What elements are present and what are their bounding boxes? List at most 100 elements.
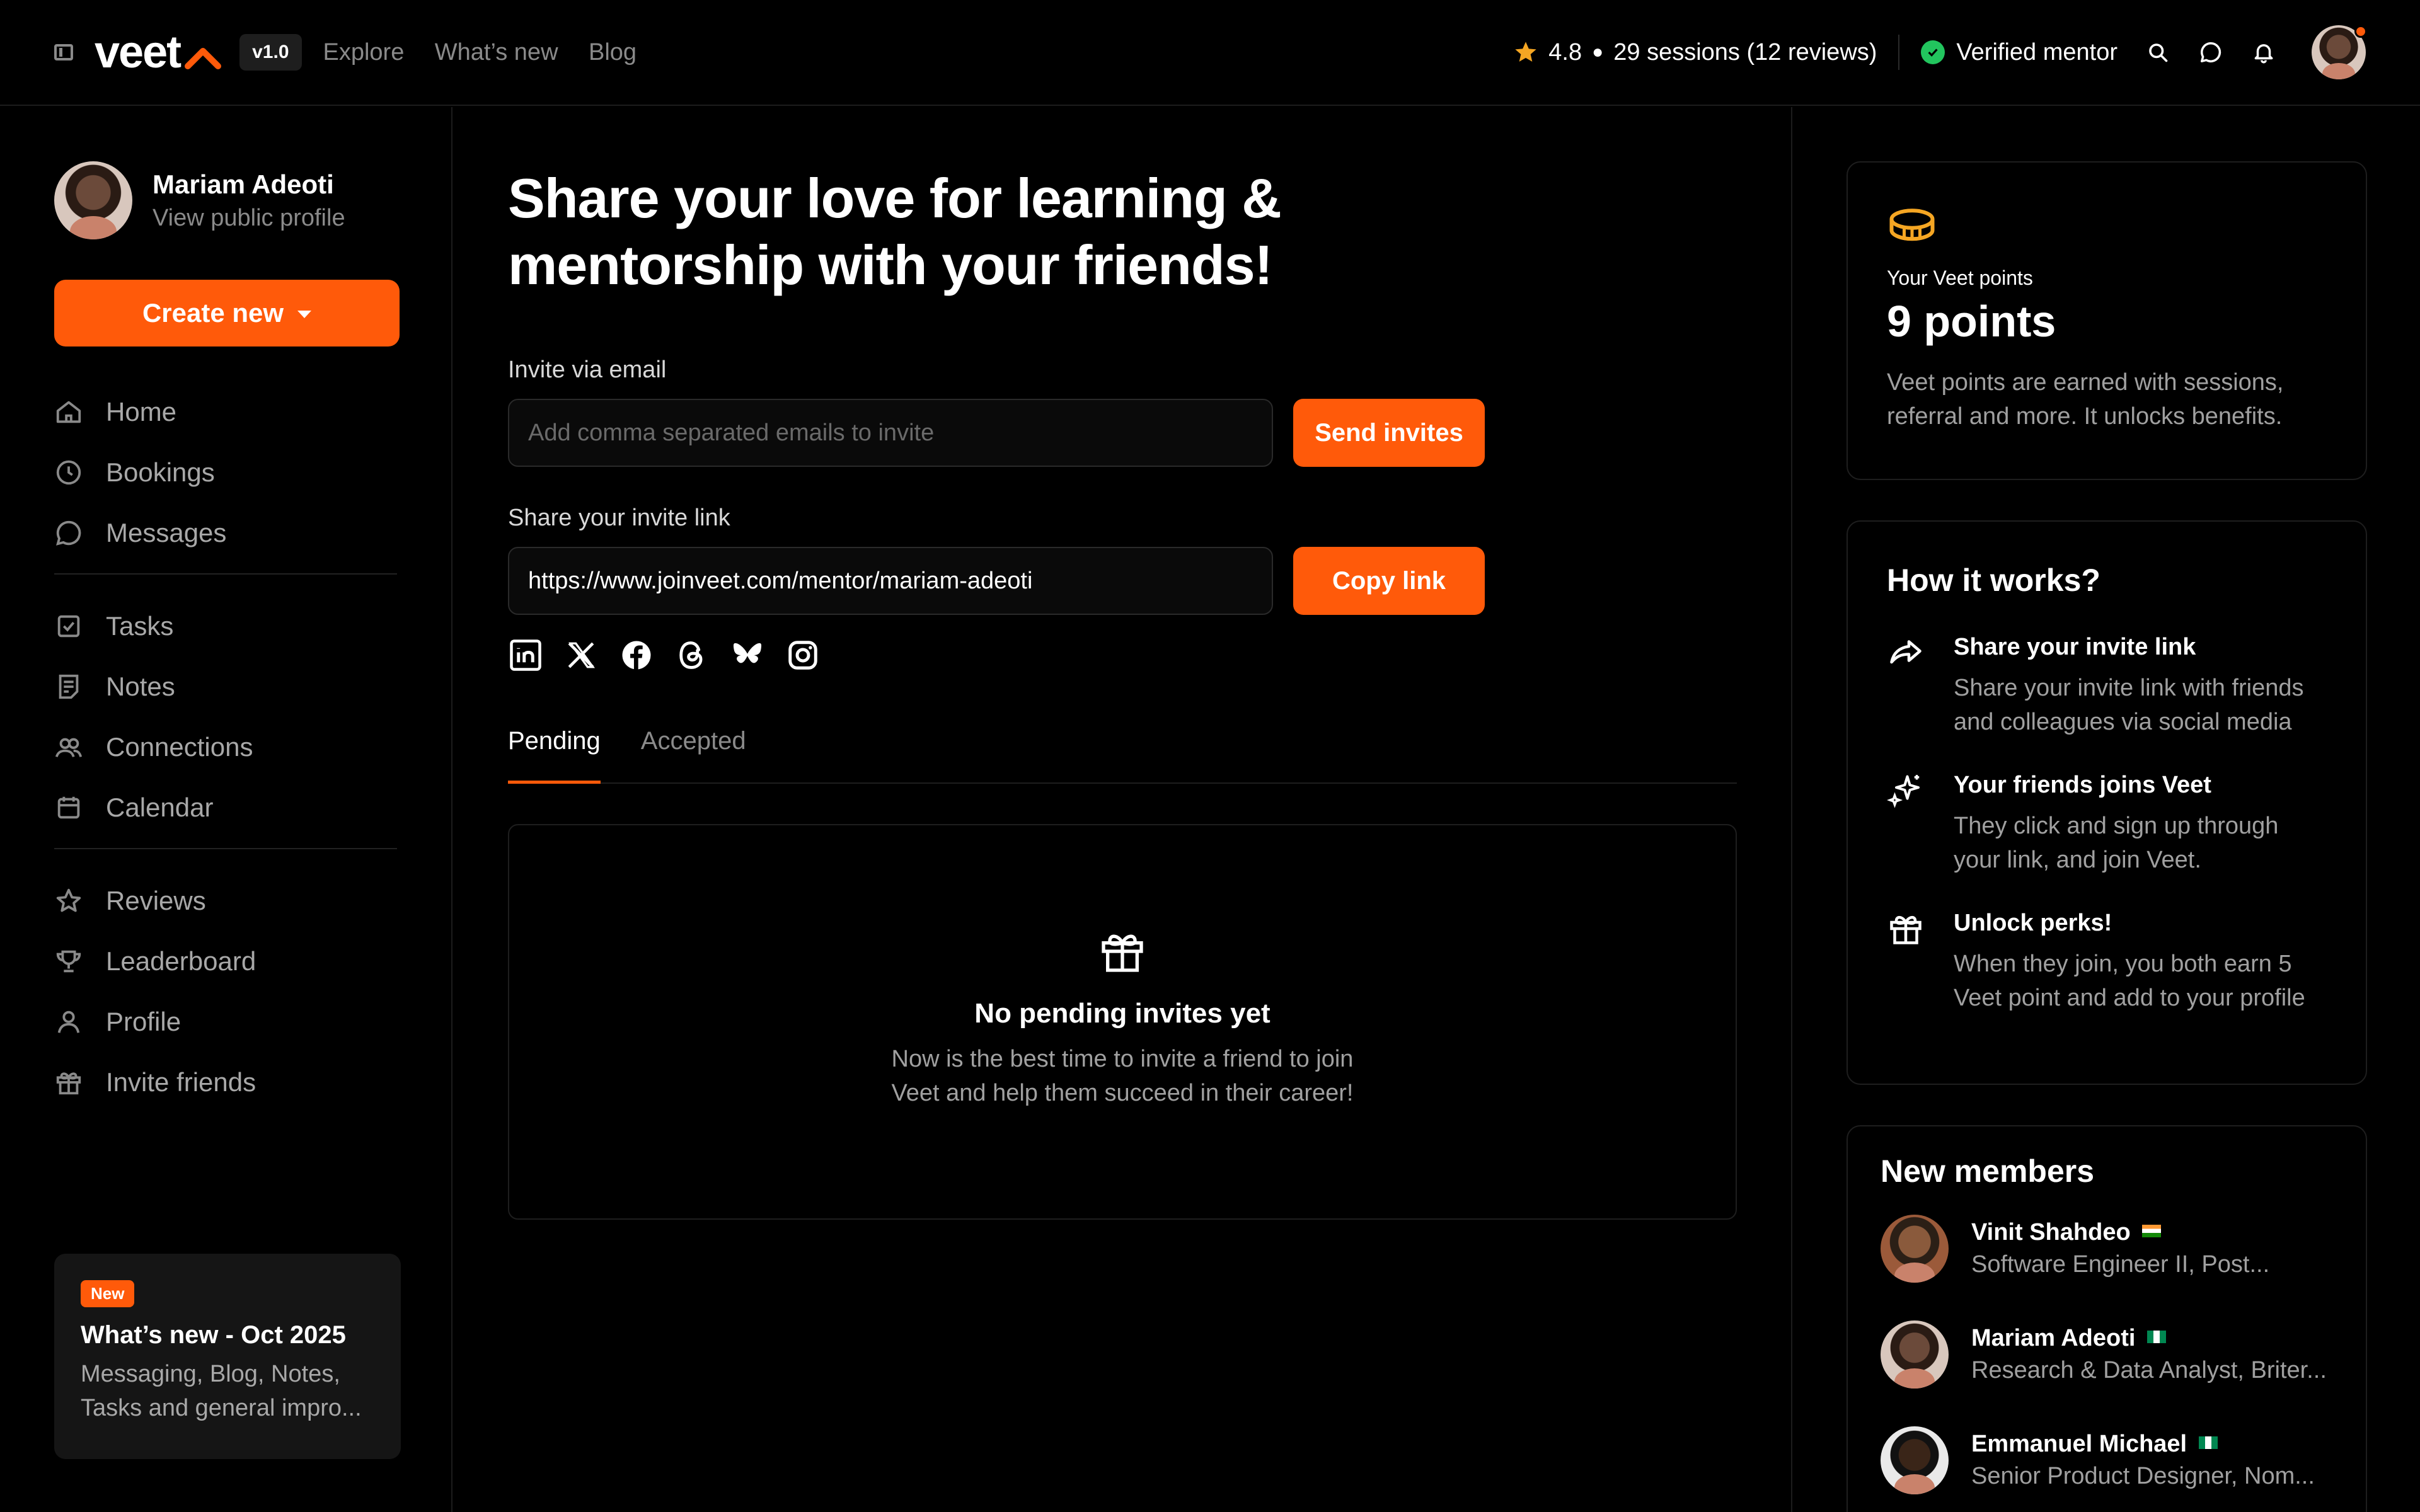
- profile-card[interactable]: Mariam Adeoti View public profile: [54, 161, 397, 239]
- empty-state-line-1: Now is the best time to invite a friend …: [891, 1046, 1354, 1072]
- star-icon: [56, 888, 81, 912]
- step-unlock: Unlock perks! When they join, you both e…: [1887, 910, 2327, 1015]
- sidebar-item-label: Calendar: [106, 793, 214, 822]
- sidebar-item-reviews[interactable]: Reviews: [54, 871, 397, 931]
- sidebar-item-home[interactable]: Home: [54, 382, 397, 442]
- sidebar-item-bookings[interactable]: Bookings: [54, 442, 397, 503]
- version-badge: v1.0: [239, 34, 302, 71]
- sidebar-item-label: Profile: [106, 1007, 182, 1036]
- sidebar-item-notes[interactable]: Notes: [54, 656, 397, 717]
- step-description: Share your invite link with friends and …: [1954, 671, 2303, 739]
- sidebar-item-profile[interactable]: Profile: [54, 992, 397, 1052]
- member-item[interactable]: Vinit Shahdeo Software Engineer II, Post…: [1881, 1215, 2333, 1283]
- users-icon: [55, 738, 83, 757]
- tab-accepted[interactable]: Accepted: [641, 727, 746, 782]
- avatar: [1881, 1215, 1949, 1283]
- how-it-works-title: How it works?: [1887, 563, 2100, 598]
- sidebar-item-label: Bookings: [106, 457, 215, 487]
- step-desc-line-1: They click and sign up through: [1954, 813, 2279, 839]
- whats-new-card[interactable]: New What’s new - Oct 2025 Messaging, Blo…: [54, 1254, 401, 1459]
- invite-link-field[interactable]: https://www.joinveet.com/mentor/mariam-a…: [508, 547, 1273, 615]
- sidebar-item-label: Invite friends: [106, 1067, 256, 1097]
- points-label: Your Veet points: [1887, 266, 2033, 289]
- sidebar-item-connections[interactable]: Connections: [54, 717, 397, 777]
- divider: [1898, 35, 1900, 70]
- nigeria-flag-icon: [2198, 1436, 2218, 1449]
- view-public-profile-link[interactable]: View public profile: [153, 205, 345, 232]
- step-desc-line-2: and colleagues via social media: [1954, 709, 2292, 735]
- logo[interactable]: veet: [95, 30, 222, 75]
- user-menu[interactable]: [2276, 25, 2367, 79]
- nav-whats-new[interactable]: What’s new: [435, 39, 558, 66]
- nav-group-main: Home Bookings Messages: [54, 382, 397, 575]
- member-item[interactable]: Mariam Adeoti Research & Data Analyst, B…: [1881, 1320, 2333, 1389]
- points-card: Your Veet points 9 points Veet points ar…: [1847, 161, 2367, 480]
- threads-icon[interactable]: [674, 638, 710, 673]
- bluesky-icon[interactable]: [730, 638, 765, 673]
- clock-icon: [56, 460, 81, 485]
- profile-name: Mariam Adeoti: [153, 169, 334, 199]
- facebook-icon[interactable]: [619, 638, 654, 673]
- home-icon: [56, 401, 81, 423]
- trophy-icon: [56, 950, 81, 973]
- how-it-works-card: How it works? Share your invite link Sha…: [1847, 520, 2367, 1085]
- sidebar-item-leaderboard[interactable]: Leaderboard: [54, 931, 397, 992]
- member-item[interactable]: Emmanuel Michael Senior Product Designer…: [1881, 1426, 2333, 1494]
- member-name-row: Emmanuel Michael: [1971, 1431, 2337, 1458]
- nav-explore[interactable]: Explore: [323, 39, 405, 66]
- rating-summary[interactable]: 4.8 ● 29 sessions (12 reviews): [1513, 39, 1877, 66]
- empty-state-title: No pending invites yet: [974, 998, 1270, 1029]
- new-members-title: New members: [1881, 1154, 2095, 1189]
- points-value: 9 points: [1887, 297, 2056, 346]
- sidebar-toggle-icon[interactable]: [54, 44, 73, 60]
- tab-pending[interactable]: Pending: [508, 727, 601, 784]
- chat-icon[interactable]: [2198, 40, 2223, 65]
- logo-chevron-icon: [185, 48, 222, 69]
- sidebar-item-label: Connections: [106, 732, 253, 762]
- step-desc-line-2: your link, and join Veet.: [1954, 847, 2201, 873]
- sidebar-item-messages[interactable]: Messages: [54, 503, 397, 563]
- coin-icon: [1889, 209, 1935, 241]
- invite-tabs: Pending Accepted: [508, 727, 1737, 784]
- member-role: Research & Data Analyst, Briter...: [1971, 1357, 2327, 1383]
- instagram-icon[interactable]: [785, 638, 821, 673]
- gift-icon: [1102, 934, 1143, 972]
- sidebar-item-label: Messages: [106, 518, 227, 547]
- caret-down-icon: [297, 311, 312, 318]
- email-label: Invite via email: [508, 357, 667, 383]
- sidebar-item-invite-friends[interactable]: Invite friends: [54, 1052, 397, 1113]
- create-new-label: Create new: [142, 298, 284, 328]
- step-description: When they join, you both earn 5 Veet poi…: [1954, 947, 2305, 1015]
- top-bar: veet v1.0 Explore What’s new Blog 4.8 ● …: [0, 0, 2420, 106]
- create-new-button[interactable]: Create new: [54, 280, 400, 346]
- gift-icon: [1890, 915, 1922, 944]
- step-join: Your friends joins Veet They click and s…: [1887, 772, 2327, 877]
- nav-group-account: Reviews Leaderboard Profile Invite frien…: [54, 871, 397, 1123]
- bell-icon[interactable]: [2251, 40, 2276, 65]
- empty-state: No pending invites yet Now is the best t…: [508, 824, 1737, 1220]
- whats-new-body: Messaging, Blog, Notes, Tasks and genera…: [81, 1361, 362, 1421]
- step-title: Unlock perks!: [1954, 910, 2112, 936]
- empty-state-text: Now is the best time to invite a friend …: [891, 1042, 1353, 1110]
- page-title-line-2: mentorship with your friends!: [508, 234, 1273, 296]
- page-title-line-1: Share your love for learning &: [508, 167, 1282, 229]
- linkedin-icon[interactable]: [508, 638, 543, 673]
- send-invites-button[interactable]: Send invites: [1293, 399, 1485, 467]
- nav-blog[interactable]: Blog: [589, 39, 637, 66]
- member-role: Senior Product Designer, Nom...: [1971, 1463, 2315, 1489]
- avatar: [1881, 1320, 1949, 1389]
- whats-new-title: What’s new - Oct 2025: [81, 1321, 346, 1349]
- member-name: Vinit Shahdeo: [1971, 1219, 2131, 1246]
- search-icon[interactable]: [2145, 40, 2170, 65]
- nav-group-workspace: Tasks Notes Connections Calendar: [54, 596, 397, 849]
- sidebar: Mariam Adeoti View public profile Create…: [0, 107, 452, 1512]
- notification-dot: [2354, 25, 2367, 38]
- email-input[interactable]: Add comma separated emails to invite: [508, 399, 1273, 467]
- x-icon[interactable]: [563, 638, 599, 673]
- sparkle-icon: [1887, 775, 1920, 808]
- step-title: Share your invite link: [1954, 634, 2196, 660]
- sidebar-item-tasks[interactable]: Tasks: [54, 596, 397, 656]
- sidebar-item-calendar[interactable]: Calendar: [54, 777, 397, 838]
- copy-link-button[interactable]: Copy link: [1293, 547, 1485, 615]
- verified-check-icon: [1921, 40, 1945, 64]
